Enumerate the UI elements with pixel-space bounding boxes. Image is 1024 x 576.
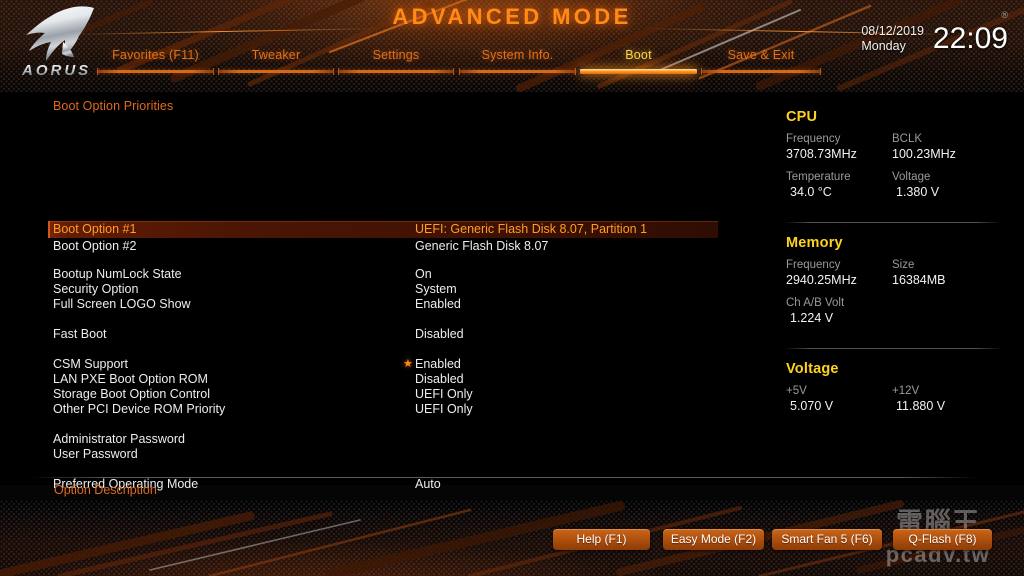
tab-label: System Info.: [459, 47, 576, 64]
setting-label: User Password: [53, 446, 138, 463]
monitor-readout: Frequency2940.25MHz: [786, 258, 857, 288]
function-button-q-flash-f8[interactable]: Q-Flash (F8): [893, 529, 992, 550]
function-button-smart-fan-5-f6[interactable]: Smart Fan 5 (F6): [772, 529, 882, 550]
monitor-readout: +5V5.070 V: [786, 384, 833, 414]
date-text: 08/12/2019: [861, 24, 924, 39]
monitor-section-heading: Voltage: [786, 361, 839, 377]
tab-label: Settings: [338, 47, 454, 64]
tab-underline: [218, 70, 334, 73]
function-button-help-f1[interactable]: Help (F1): [553, 529, 650, 550]
monitor-readout: +12V11.880 V: [892, 384, 945, 414]
monitor-readout-value: 3708.73MHz: [786, 146, 857, 162]
setting-value: Auto: [415, 476, 441, 493]
setting-row[interactable]: Fast Boot Disabled: [48, 326, 718, 343]
setting-label: Other PCI Device ROM Priority: [53, 401, 225, 418]
monitor-readout-key: Ch A/B Volt: [786, 296, 844, 310]
monitor-readout-value: 1.224 V: [786, 310, 844, 326]
description-divider: [32, 477, 977, 478]
tab-favorites-f11[interactable]: Favorites (F11): [97, 47, 214, 77]
monitor-readout-key: Voltage: [892, 170, 939, 184]
monitor-section-divider: [784, 348, 1002, 349]
monitor-readout-value: 2940.25MHz: [786, 272, 857, 288]
tab-tweaker[interactable]: Tweaker: [218, 47, 334, 77]
monitor-readout-value: 1.380 V: [892, 184, 939, 200]
boot-option-priorities-heading: Boot Option Priorities: [53, 99, 173, 113]
monitor-readout: Frequency3708.73MHz: [786, 132, 857, 162]
setting-label: Boot Option #1: [53, 221, 136, 238]
monitor-readout-key: Frequency: [786, 132, 857, 146]
setting-label: Full Screen LOGO Show: [53, 296, 191, 313]
main-tab-bar: Favorites (F11)TweakerSettings System Inf…: [0, 47, 1024, 79]
setting-value: UEFI Only: [415, 401, 473, 418]
setting-row[interactable]: Boot Option #1 UEFI: Generic Flash Disk 8…: [48, 221, 718, 238]
tab-label: Boot: [580, 47, 697, 64]
tab-underline: [338, 70, 454, 73]
setting-row[interactable]: Full Screen LOGO Show Enabled: [48, 296, 718, 313]
monitor-readout-value: 16384MB: [892, 272, 946, 288]
monitor-readout-key: Size: [892, 258, 946, 272]
monitor-section-divider: [784, 222, 1002, 223]
tab-underline: [701, 70, 821, 73]
tab-underline: [97, 70, 214, 73]
setting-value: Disabled: [415, 326, 464, 343]
setting-row[interactable]: User Password: [48, 446, 718, 463]
setting-row[interactable]: Boot Option #2 Generic Flash Disk 8.07: [48, 238, 718, 255]
registered-trademark-mark: ®: [1001, 10, 1008, 20]
hardware-monitor-panel: CPUFrequency3708.73MHzBCLK100.23MHzTempe…: [760, 92, 1024, 485]
content-area: Boot Option Priorities Boot Option #1 UEF…: [0, 92, 1024, 485]
monitor-readout: BCLK100.23MHz: [892, 132, 956, 162]
monitor-readout: Temperature34.0 °C: [786, 170, 851, 200]
function-key-bar: Help (F1) Easy Mode (F2) Smart Fan 5 (F6) Q…: [0, 529, 1024, 551]
monitor-readout-value: 11.880 V: [892, 398, 945, 414]
monitor-readout-value: 34.0 °C: [786, 184, 851, 200]
option-description-heading: Option Description: [54, 483, 157, 497]
monitor-readout-key: BCLK: [892, 132, 956, 146]
setting-value: Generic Flash Disk 8.07: [415, 238, 548, 255]
monitor-section-heading: CPU: [786, 109, 817, 125]
setting-value: Enabled: [415, 296, 461, 313]
setting-label: Boot Option #2: [53, 238, 136, 255]
monitor-readout-key: +12V: [892, 384, 945, 398]
monitor-section-heading: Memory: [786, 235, 843, 251]
boot-settings-list: Boot Option Priorities Boot Option #1 UEF…: [0, 92, 760, 485]
monitor-readout-key: Temperature: [786, 170, 851, 184]
tab-settings[interactable]: Settings: [338, 47, 454, 77]
tab-boot[interactable]: Boot: [580, 47, 697, 77]
setting-value: UEFI: Generic Flash Disk 8.07, Partition…: [415, 221, 647, 238]
monitor-readout-value: 100.23MHz: [892, 146, 956, 162]
tab-system-info[interactable]: System Info.: [459, 47, 576, 77]
tab-label: Tweaker: [218, 47, 334, 64]
monitor-readout-key: +5V: [786, 384, 833, 398]
monitor-readout: Voltage1.380 V: [892, 170, 939, 200]
monitor-readout-value: 5.070 V: [786, 398, 833, 414]
tab-underline: [580, 69, 697, 74]
setting-row[interactable]: Other PCI Device ROM Priority UEFI Only: [48, 401, 718, 418]
tab-save-exit[interactable]: Save & Exit: [701, 47, 821, 77]
monitor-readout: Size16384MB: [892, 258, 946, 288]
tab-label: Save & Exit: [701, 47, 821, 64]
tab-underline: [459, 70, 576, 73]
function-button-easy-mode-f2[interactable]: Easy Mode (F2): [663, 529, 764, 550]
monitor-readout: Ch A/B Volt1.224 V: [786, 296, 844, 326]
monitor-readout-key: Frequency: [786, 258, 857, 272]
setting-label: Fast Boot: [53, 326, 107, 343]
tab-label: Favorites (F11): [97, 47, 214, 64]
